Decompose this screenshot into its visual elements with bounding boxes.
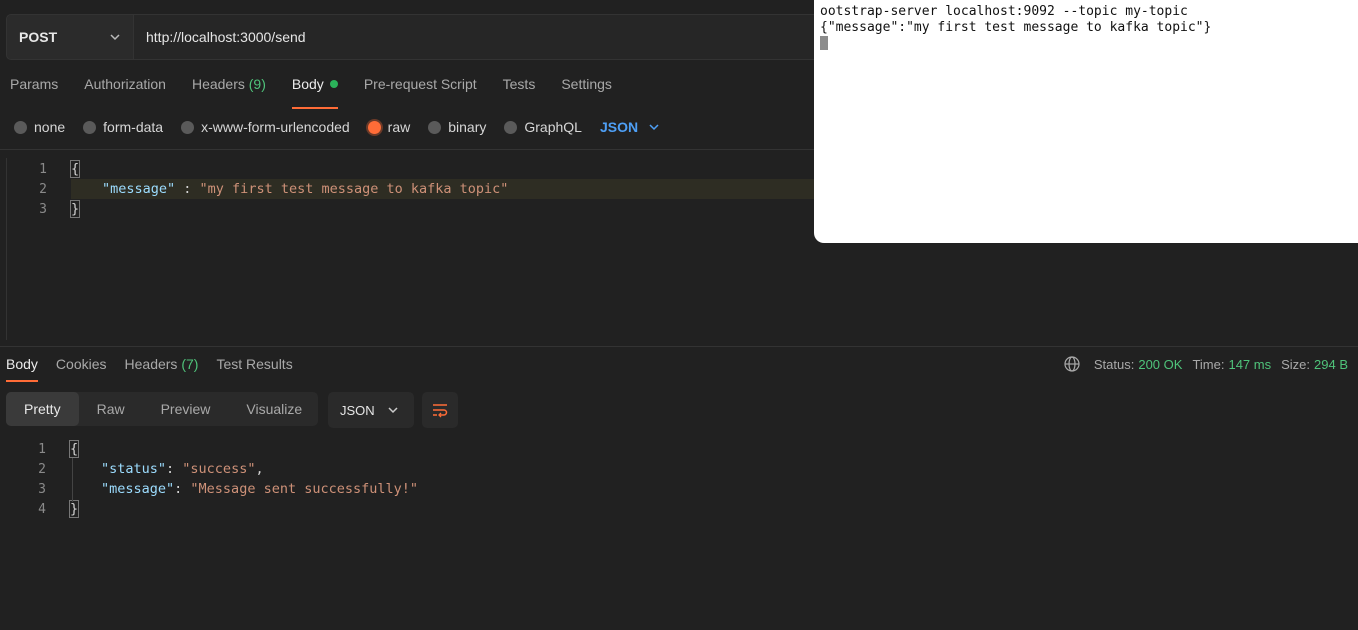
size-value: 294 B: [1314, 356, 1348, 372]
radio-x-www-form-urlencoded[interactable]: x-www-form-urlencoded: [181, 119, 350, 135]
view-preview[interactable]: Preview: [143, 392, 229, 426]
terminal-line: ootstrap-server localhost:9092 --topic m…: [820, 4, 1188, 19]
terminal-line: {"message":"my first test message to kaf…: [820, 20, 1212, 35]
line-number: 2: [38, 462, 46, 477]
method-select[interactable]: POST: [6, 14, 134, 60]
resp-tab-test-results[interactable]: Test Results: [216, 356, 292, 372]
terminal-window[interactable]: ootstrap-server localhost:9092 --topic m…: [814, 0, 1358, 243]
indent-guide: [72, 458, 73, 502]
code-line: {: [69, 160, 81, 181]
time-value: 147 ms: [1228, 356, 1272, 372]
tab-params[interactable]: Params: [10, 76, 58, 100]
chevron-down-icon: [110, 34, 120, 41]
open-brace: {: [68, 440, 80, 458]
tab-body[interactable]: Body: [291, 76, 338, 109]
time-label: Time:: [1192, 356, 1225, 372]
radio-raw[interactable]: raw: [367, 119, 411, 135]
chevron-down-icon: [388, 407, 398, 414]
radio-none[interactable]: none: [14, 119, 65, 135]
radio-label: form-data: [103, 119, 164, 135]
view-visualize[interactable]: Visualize: [228, 392, 320, 426]
wrap-lines-button[interactable]: [422, 392, 458, 428]
line-number: 2: [39, 182, 47, 197]
response-body-viewer[interactable]: 1 2 3 4 { "status": "success", "message"…: [6, 438, 906, 538]
line-number: 3: [38, 482, 46, 497]
tab-headers-label: Headers: [191, 76, 245, 92]
json-value: "my first test message to kafka topic": [199, 181, 509, 197]
code-line: "message": "Message sent successfully!": [101, 481, 418, 497]
body-format-label: JSON: [599, 119, 639, 135]
modified-dot-icon: [329, 80, 338, 88]
status-value: 200 OK: [1138, 356, 1183, 372]
tab-settings[interactable]: Settings: [561, 76, 612, 100]
response-status-bar: Status: 200 OK Time: 147 ms Size: 294 B: [1064, 356, 1348, 372]
line-number: 1: [38, 442, 46, 457]
radio-selected-icon: [367, 120, 381, 134]
tab-headers-count: (9): [248, 76, 266, 92]
radio-form-data[interactable]: form-data: [83, 119, 163, 135]
json-key: "status": [101, 461, 167, 477]
json-key: "message": [101, 481, 175, 497]
response-format-label: JSON: [340, 402, 375, 418]
cursor-icon: [820, 36, 828, 50]
view-mode-toggle: Pretty Raw Preview Visualize: [6, 392, 318, 426]
json-value: "Message sent successfully!": [190, 481, 418, 497]
status-label: Status:: [1093, 356, 1135, 372]
tab-headers[interactable]: Headers (9): [192, 76, 266, 100]
code-line: "status": "success",: [101, 461, 264, 477]
view-pretty[interactable]: Pretty: [6, 392, 79, 426]
radio-circle-icon: [504, 120, 518, 134]
open-brace: {: [69, 160, 81, 178]
code-line: }: [68, 500, 80, 521]
resp-tab-body[interactable]: Body: [6, 356, 38, 382]
wrap-lines-icon: [433, 404, 448, 418]
tab-tests[interactable]: Tests: [503, 76, 536, 100]
radio-label: raw: [387, 119, 411, 135]
url-bar: POST http://localhost:3000/send: [6, 14, 906, 60]
request-tabs: Params Authorization Headers (9) Body Pr…: [10, 76, 638, 109]
body-type-radios: none form-data x-www-form-urlencoded raw…: [14, 116, 660, 138]
json-key: "message": [102, 181, 176, 197]
resp-tab-cookies[interactable]: Cookies: [56, 356, 107, 372]
code-line: }: [69, 200, 81, 221]
radio-circle-icon: [83, 120, 97, 134]
view-raw[interactable]: Raw: [79, 392, 143, 426]
close-brace: }: [69, 200, 81, 218]
close-brace: }: [68, 500, 80, 518]
chevron-down-icon: [649, 124, 659, 131]
line-number: 1: [39, 162, 47, 177]
radio-label: binary: [448, 119, 487, 135]
radio-label: none: [34, 119, 66, 135]
radio-binary[interactable]: binary: [428, 119, 486, 135]
response-format-select[interactable]: JSON: [328, 392, 414, 428]
line-number: 4: [38, 502, 46, 517]
divider: [0, 346, 1358, 347]
response-tabs: Body Cookies Headers (7) Test Results: [6, 356, 311, 382]
radio-label: GraphQL: [524, 119, 582, 135]
json-separator: :: [175, 181, 200, 197]
tab-body-label: Body: [291, 76, 324, 92]
url-text: http://localhost:3000/send: [146, 29, 306, 45]
size-label: Size:: [1281, 356, 1311, 372]
url-input[interactable]: http://localhost:3000/send: [134, 14, 906, 60]
code-line: "message" : "my first test message to ka…: [102, 181, 508, 201]
body-format-select[interactable]: JSON: [600, 119, 660, 135]
line-number: 3: [39, 202, 47, 217]
radio-circle-icon: [181, 120, 195, 134]
radio-circle-icon: [428, 120, 442, 134]
resp-tab-headers-count: (7): [181, 356, 199, 372]
tab-pre-request-script[interactable]: Pre-request Script: [364, 76, 477, 100]
radio-label: x-www-form-urlencoded: [201, 119, 350, 135]
terminal-cursor-line: [820, 36, 1358, 52]
json-value: "success": [182, 461, 256, 477]
radio-circle-icon: [14, 120, 27, 134]
resp-tab-headers[interactable]: Headers (7): [125, 356, 199, 372]
method-label: POST: [19, 29, 58, 45]
radio-graphql[interactable]: GraphQL: [504, 119, 582, 135]
tab-authorization[interactable]: Authorization: [84, 76, 166, 100]
globe-icon[interactable]: [1064, 356, 1080, 372]
resp-tab-headers-label: Headers: [124, 356, 178, 372]
